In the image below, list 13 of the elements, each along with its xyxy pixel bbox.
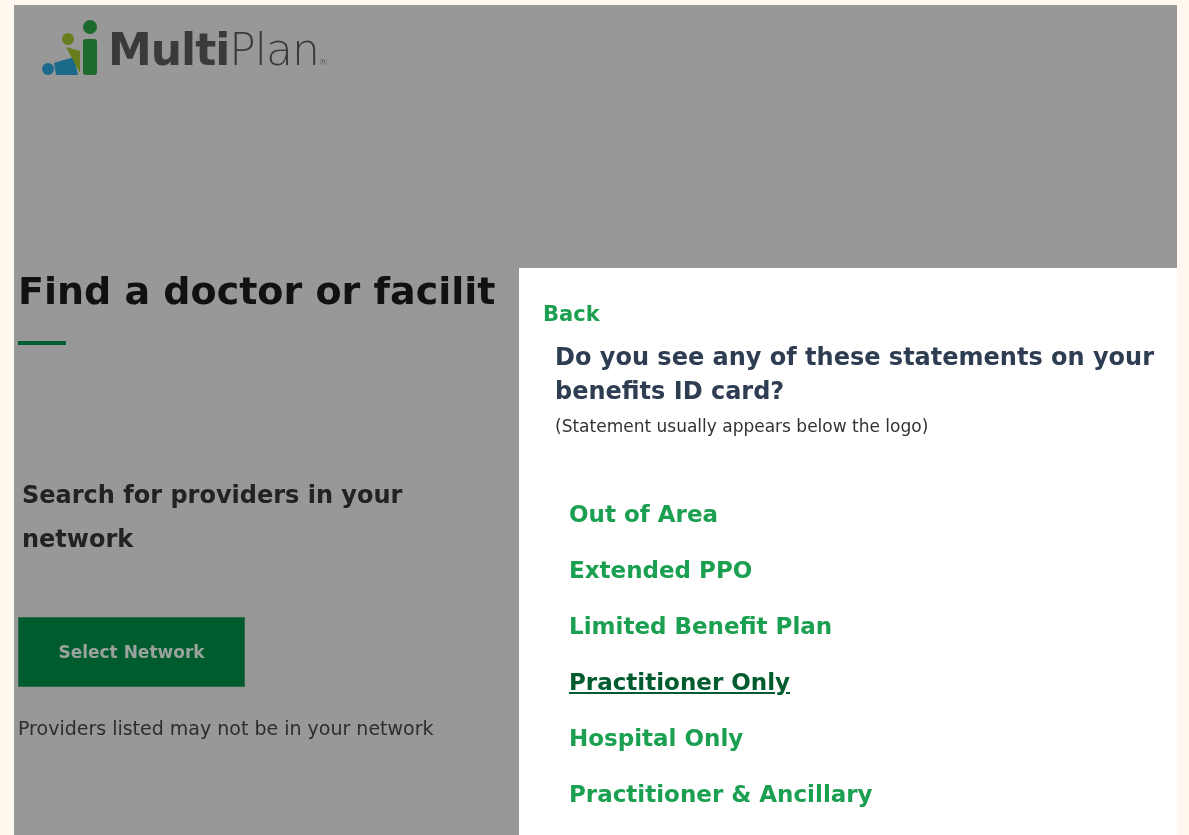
option-link[interactable]: Out of Area [569,496,718,533]
option-link[interactable]: Practitioner & Ancillary [569,776,873,813]
option-link[interactable]: Limited Benefit Plan [569,608,833,645]
option-link[interactable]: Extended PPO [569,552,753,589]
option-link[interactable]: Practitioner Only [569,664,791,701]
select-network-button[interactable]: Select Network [18,617,245,687]
hint-text: (Statement usually appears below the logo) [555,416,930,436]
option-link[interactable]: Hospital Only [569,720,744,757]
network-disclaimer: Providers listed may not be in your network [18,717,435,739]
back-link[interactable]: Back [543,302,600,326]
section-subheading: Search for providers in your network [22,480,404,555]
question-text: Do you see any of these statements on your benefits ID card? [555,342,1156,407]
page-heading: Find a doctor or facilit [18,269,497,313]
